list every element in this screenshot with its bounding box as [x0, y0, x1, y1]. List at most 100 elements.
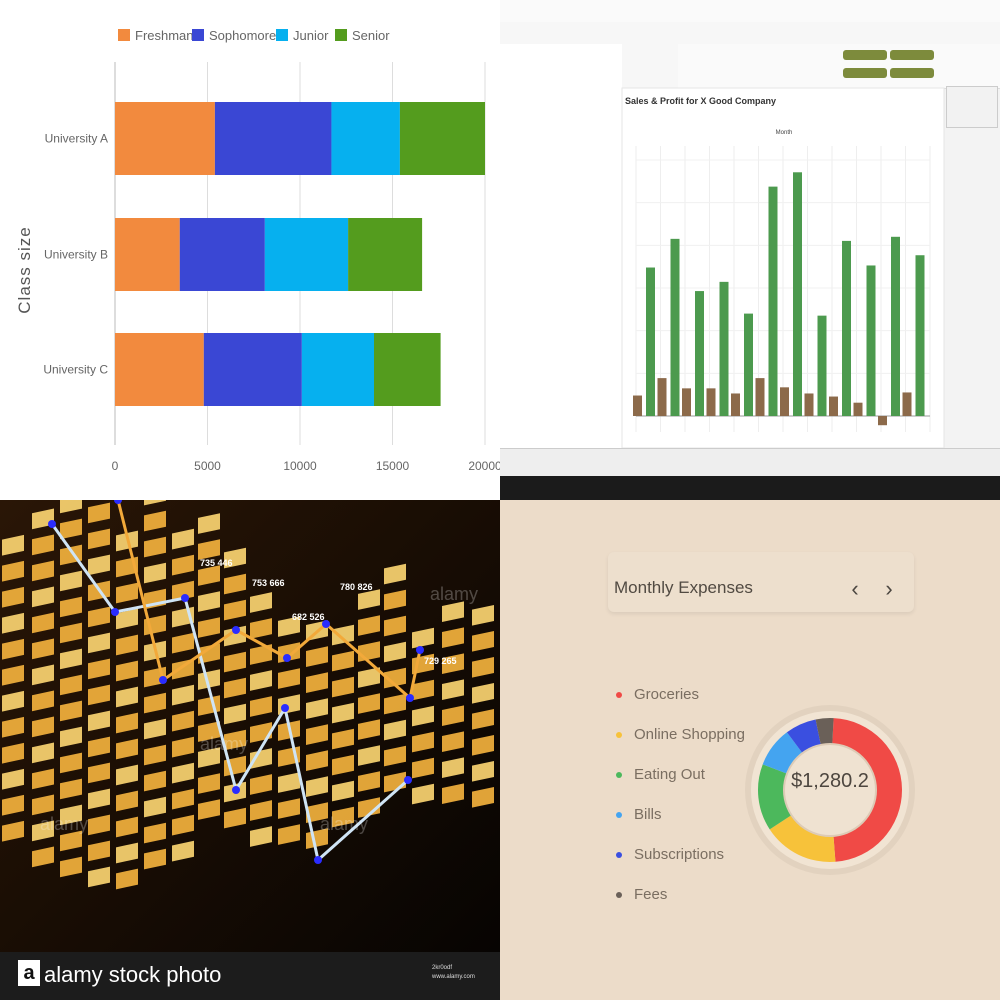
y-axis-label: Class size: [15, 226, 34, 313]
bar-segment[interactable]: [115, 333, 204, 406]
x-tick-label: 0: [112, 459, 119, 473]
legend-swatch: [276, 29, 288, 41]
profit-bar[interactable]: [633, 395, 642, 416]
legend-dot: [616, 852, 622, 858]
sales-bar[interactable]: [891, 236, 900, 416]
x-tick-label: 15000: [376, 459, 410, 473]
category-label: University C: [43, 363, 108, 377]
profit-bar[interactable]: [780, 387, 789, 416]
legend-label: Bills: [634, 806, 662, 823]
profit-bar[interactable]: [853, 402, 863, 416]
sales-profit-chart: Sales & Profit for X Good Company Month: [621, 87, 945, 449]
profit-bar[interactable]: [682, 388, 691, 416]
bar-segment[interactable]: [331, 102, 400, 175]
taskbar: [500, 476, 1000, 500]
legend-swatch: [335, 29, 347, 41]
legend-dot: [616, 892, 622, 898]
bar-segment[interactable]: [179, 218, 265, 291]
stacked-bar-panel: Freshman Sophomore Junior Senior University…: [0, 0, 500, 500]
legend-swatch: [192, 29, 204, 41]
legend-label: Eating Out: [634, 766, 705, 783]
profit-bar[interactable]: [657, 378, 667, 416]
bar-segment[interactable]: [399, 102, 485, 175]
bar-segment[interactable]: [374, 333, 441, 406]
sales-bar[interactable]: [842, 240, 851, 416]
x-tick-label: 20000: [468, 459, 500, 473]
legend-dot: [616, 692, 622, 698]
column-header: Month: [776, 130, 793, 136]
profit-bar[interactable]: [829, 396, 838, 416]
value-label: 780 826: [340, 582, 373, 592]
profit-bar[interactable]: [804, 393, 814, 416]
bar-segment[interactable]: [214, 102, 332, 175]
donut-chart: [745, 705, 915, 875]
sales-bar[interactable]: [866, 265, 876, 416]
profit-bar[interactable]: [902, 392, 912, 416]
data-point: [281, 704, 289, 712]
legend-dot: [616, 772, 622, 778]
sales-bar[interactable]: [695, 291, 704, 416]
profit-bar[interactable]: [706, 388, 716, 416]
sheet-tabs: [500, 448, 1000, 477]
watermark-text: alamy stock photo: [44, 962, 222, 987]
bar-segment[interactable]: [264, 218, 349, 291]
data-point: [283, 654, 291, 662]
legend-swatch: [118, 29, 130, 41]
sales-bar[interactable]: [768, 186, 778, 416]
legend-dot: [616, 812, 622, 818]
profit-bar[interactable]: [755, 378, 765, 416]
legend-label: Online Shopping: [634, 726, 745, 743]
watermark-text: alamy: [430, 584, 478, 604]
stacked-bar-chart: Freshman Sophomore Junior Senior University…: [15, 28, 500, 473]
data-point: [314, 856, 322, 864]
profit-bar[interactable]: [731, 393, 740, 416]
sales-bar[interactable]: [817, 315, 827, 416]
sales-bar[interactable]: [744, 313, 753, 416]
data-point: [232, 626, 240, 634]
data-point: [111, 608, 119, 616]
watermark-text: alamy: [40, 814, 88, 834]
watermark-text: alamy: [200, 734, 248, 754]
sales-bar[interactable]: [646, 267, 655, 416]
x-tick-label: 10000: [283, 459, 317, 473]
data-point: [406, 694, 414, 702]
bar-segment[interactable]: [115, 218, 180, 291]
bar-segment[interactable]: [348, 218, 423, 291]
bar-segment[interactable]: [301, 333, 374, 406]
legend-label: Groceries: [634, 686, 700, 703]
image-id-text: 2kr0odf: [432, 965, 453, 971]
stock-chart-image: 753 666 682 526 780 826 729 265 735 446 alamy…: [0, 500, 500, 1000]
data-point: [416, 646, 424, 654]
data-point: [159, 676, 167, 684]
image-id: 2kr0odf www.alamy.com: [432, 964, 475, 982]
donut-center-value: $1,280.2: [791, 770, 869, 792]
data-point: [232, 786, 240, 794]
value-label: 682 526: [292, 612, 325, 622]
legend-label: Fees: [634, 886, 668, 903]
legend-label: Freshman: [135, 28, 194, 43]
sales-bar[interactable]: [915, 255, 925, 416]
profit-bar[interactable]: [878, 416, 887, 426]
legend-dot: [616, 732, 622, 738]
value-label: 729 265: [424, 656, 457, 666]
legend-label: Senior: [352, 28, 390, 43]
bar-segment[interactable]: [203, 333, 302, 406]
watermark-text: alamy: [320, 814, 368, 834]
data-point: [404, 776, 412, 784]
chart-title: Sales & Profit for X Good Company: [625, 96, 776, 106]
sales-bar[interactable]: [793, 172, 802, 416]
data-point: [48, 520, 56, 528]
bar-segment[interactable]: [115, 102, 215, 175]
sales-bar[interactable]: [670, 238, 680, 416]
alamy-logo: a: [18, 960, 40, 986]
legend-label: Sophomore: [209, 28, 276, 43]
expenses-panel: Monthly Expenses ‹ › $1,280.2 Groceries O…: [500, 500, 1000, 1000]
category-label: University A: [45, 132, 108, 146]
stock-photo-panel: 753 666 682 526 780 826 729 265 735 446 alamy…: [0, 500, 500, 1000]
site-text: www.alamy.com: [432, 974, 475, 980]
x-tick-label: 5000: [194, 459, 221, 473]
legend-label: Subscriptions: [634, 846, 725, 863]
data-point: [181, 594, 189, 602]
value-label: 753 666: [252, 578, 285, 588]
sales-bar[interactable]: [719, 281, 729, 416]
